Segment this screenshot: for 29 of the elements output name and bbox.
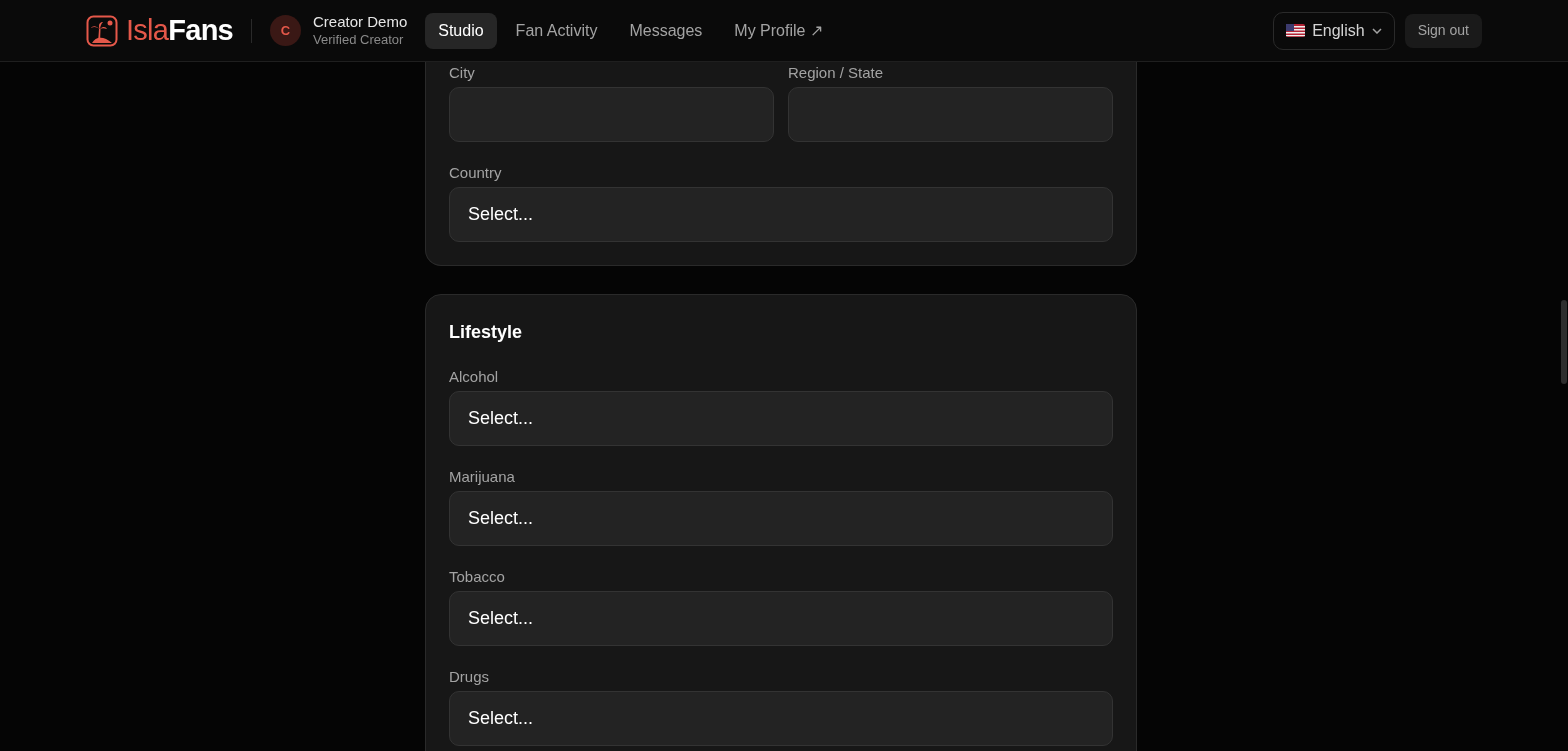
input-field[interactable] bbox=[449, 87, 774, 142]
nav-tab[interactable]: Messages bbox=[616, 12, 716, 49]
flag-icon bbox=[1286, 24, 1306, 37]
field-label: Marijuana bbox=[449, 467, 516, 486]
field-label: Region / State bbox=[788, 63, 885, 82]
field-label: Drugs bbox=[449, 667, 490, 686]
avatar: C bbox=[270, 15, 302, 46]
nav-tab[interactable]: My Profile ↗ bbox=[721, 12, 836, 49]
select-field[interactable]: Select... bbox=[449, 591, 1113, 646]
logo-text: IslaFans bbox=[126, 14, 234, 46]
select-field[interactable]: Select... bbox=[449, 691, 1113, 746]
sign-out-button[interactable]: Sign out bbox=[1404, 13, 1482, 48]
nav-tab[interactable]: Studio bbox=[425, 12, 497, 49]
field-label: Country bbox=[449, 163, 503, 182]
logo-icon bbox=[86, 14, 118, 47]
input-field[interactable] bbox=[788, 87, 1113, 142]
select-field[interactable]: Select... bbox=[449, 491, 1113, 546]
language-select[interactable]: English bbox=[1273, 11, 1395, 50]
nav-tab[interactable]: Fan Activity bbox=[502, 12, 611, 49]
select-field[interactable]: Select... bbox=[449, 187, 1113, 242]
field-label: Alcohol bbox=[449, 367, 500, 386]
scrollbar-thumb[interactable] bbox=[1561, 300, 1567, 384]
user-role: Verified Creator bbox=[313, 31, 405, 48]
field-label: City bbox=[449, 63, 476, 82]
select-field[interactable]: Select... bbox=[449, 391, 1113, 446]
field-label: Tobacco bbox=[449, 567, 506, 586]
section-title: Lifestyle bbox=[449, 321, 524, 344]
user-name: Creator Demo bbox=[313, 13, 408, 32]
chevron-down-icon bbox=[1371, 27, 1382, 34]
